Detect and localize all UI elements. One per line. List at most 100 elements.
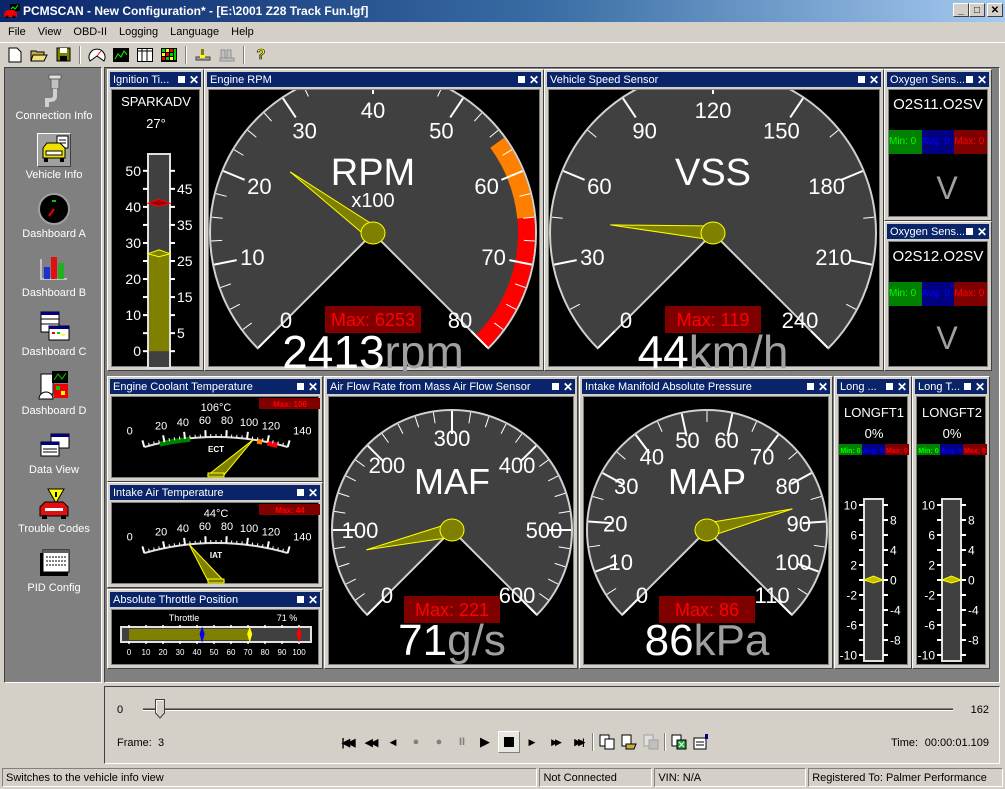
panel-title[interactable]: Long ... ✕ [837,379,909,394]
close-panel-icon[interactable]: ✕ [308,594,318,606]
readout-value: 2413 [282,326,384,371]
grid-button[interactable] [158,45,180,65]
panel-title[interactable]: Engine Coolant Temperature ✕ [110,379,320,394]
menu-obd2[interactable]: OBD-II [67,26,113,38]
close-panel-icon[interactable]: ✕ [818,381,828,393]
rewind-button[interactable]: ◀◀ [361,733,379,751]
menu-language[interactable]: Language [164,26,225,38]
help-button[interactable]: ? [250,45,272,65]
close-panel-icon[interactable]: ✕ [975,381,985,393]
panel-coolant-temp: Engine Coolant Temperature ✕ 106°C Max: 10… [107,376,323,482]
maximize-panel-icon[interactable] [296,489,304,496]
maximize-panel-icon[interactable] [551,383,559,390]
new-file-button[interactable] [4,45,26,65]
gauge-button[interactable] [86,45,108,65]
time-value: 00:00:01.109 [924,737,989,749]
connect-button[interactable] [192,45,214,65]
gauge-label: RPM [331,152,415,194]
open-button[interactable] [28,45,50,65]
maximize-panel-icon[interactable] [965,228,973,235]
pause-button[interactable]: II [453,733,471,751]
panel-title[interactable]: Intake Air Temperature ✕ [110,485,320,500]
close-panel-icon[interactable]: ✕ [563,381,573,393]
step-forward-button[interactable]: ▶ [523,733,541,751]
last-frame-button[interactable]: ▶▶| [569,733,587,751]
close-button[interactable]: ✕ [987,3,1003,17]
menu-logging[interactable]: Logging [113,26,164,38]
maximize-panel-icon[interactable] [965,76,973,83]
sidebar-item-vehicle-info[interactable]: Vehicle Info [5,133,103,181]
menu-view[interactable]: View [32,26,68,38]
panel-title[interactable]: Absolute Throttle Position ✕ [110,592,320,607]
log-settings-button[interactable] [692,733,710,751]
close-panel-icon[interactable]: ✕ [977,226,987,238]
first-frame-button[interactable]: |◀◀ [338,733,356,751]
open-log-button[interactable] [620,733,638,751]
sidebar-item-trouble-codes[interactable]: Trouble Codes [5,487,103,535]
stop-button[interactable] [498,731,520,753]
left-scale-label: 6 [850,528,857,542]
maximize-panel-icon[interactable] [963,383,971,390]
menu-file[interactable]: File [2,26,32,38]
left-scale-label: -6 [924,618,935,632]
table-button[interactable] [134,45,156,65]
sidebar-item-connection-info[interactable]: Connection Info [5,74,103,122]
save-button[interactable] [52,45,74,65]
sidebar-item-dashboard-a[interactable]: Dashboard A [5,192,103,240]
maximize-panel-icon[interactable] [857,76,865,83]
maximize-panel-icon[interactable] [806,383,814,390]
playback-slider-track[interactable] [143,708,953,711]
sidebar-item-pid-config[interactable]: PID Config [5,546,103,594]
play-button[interactable]: ▶ [476,733,494,751]
sidebar-item-dashboard-b[interactable]: Dashboard B [5,251,103,299]
maximize-button[interactable]: □ [969,3,985,17]
record-button[interactable]: ● [407,733,425,751]
right-scale-label: -8 [968,633,979,647]
sidebar-item-label: Dashboard D [21,405,87,417]
maximize-panel-icon[interactable] [296,596,304,603]
record-alt-button[interactable]: ● [430,733,448,751]
minimize-button[interactable]: _ [953,3,969,17]
left-scale-label: -10 [918,648,936,662]
panel-title[interactable]: Air Flow Rate from Mass Air Flow Sensor ✕ [327,379,575,394]
close-panel-icon[interactable]: ✕ [977,74,987,86]
sidebar-item-dashboard-d[interactable]: Dashboard D [5,369,103,417]
sidebar-item-label: Data View [29,464,79,476]
right-scale-label: -8 [890,633,901,647]
close-panel-icon[interactable]: ✕ [897,381,907,393]
warning-car-icon [37,487,71,521]
panel-title[interactable]: Oxygen Sens... ✕ [887,224,989,239]
maximize-panel-icon[interactable] [885,383,893,390]
tick-label: 40 [177,523,189,535]
panel-title[interactable]: Ignition Ti... ✕ [110,72,201,87]
dashboard-mix-icon [37,369,71,403]
close-panel-icon[interactable]: ✕ [308,381,318,393]
sidebar-item-dashboard-c[interactable]: Dashboard C [5,310,103,358]
playback-slider-thumb[interactable] [155,699,165,719]
step-back-button[interactable]: ◀ [384,733,402,751]
panel-title[interactable]: Engine RPM ✕ [207,72,541,87]
export-excel-button[interactable] [670,733,688,751]
sidebar-item-data-view[interactable]: Data View [5,428,103,476]
panel-title[interactable]: Oxygen Sens... ✕ [887,72,989,87]
maximize-panel-icon[interactable] [177,76,185,83]
panel-long-term-fuel-trim-2: Long T... ✕ LONGFT2 0% Min: 0 Avg: 0 Max: 0 10… [912,376,990,669]
close-panel-icon[interactable]: ✕ [529,74,539,86]
close-panel-icon[interactable]: ✕ [189,74,199,86]
ignition-value: 27° [146,116,166,131]
close-panel-icon[interactable]: ✕ [308,487,318,499]
panel-title[interactable]: Vehicle Speed Sensor ✕ [547,72,881,87]
graph-button[interactable] [110,45,132,65]
maximize-panel-icon[interactable] [517,76,525,83]
save-log-button[interactable] [642,733,660,751]
disconnect-button[interactable] [216,45,238,65]
menu-help[interactable]: Help [225,26,260,38]
tick-label: 110 [755,583,790,608]
close-panel-icon[interactable]: ✕ [869,74,879,86]
maximize-panel-icon[interactable] [296,383,304,390]
readout: 2413rpm [282,326,464,371]
panel-title[interactable]: Long T... ✕ [915,379,987,394]
copy-log-button[interactable] [598,733,616,751]
panel-title[interactable]: Intake Manifold Absolute Pressure ✕ [582,379,830,394]
fast-forward-button[interactable]: ▶▶ [546,733,564,751]
